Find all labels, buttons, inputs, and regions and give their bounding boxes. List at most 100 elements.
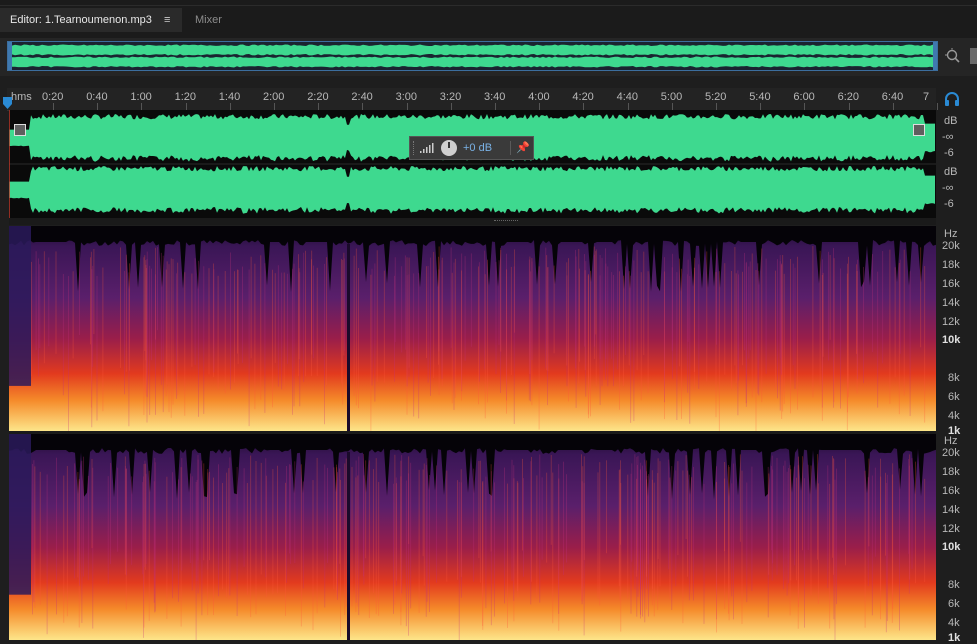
spectrum-streak	[365, 460, 367, 559]
divider-grip[interactable]	[494, 220, 518, 223]
spectrum-streak	[779, 255, 781, 411]
spectrum-streak	[675, 470, 677, 587]
spectrum-streak	[254, 263, 256, 410]
ruler-tick-label: 4:00	[528, 91, 550, 103]
spectrum-streak	[353, 255, 355, 396]
spectrum-streak	[531, 456, 532, 582]
spectrum-streak	[583, 456, 585, 560]
spectrum-streak	[775, 270, 776, 388]
ruler-tick-label: 6:00	[793, 91, 815, 103]
spectrum-streak	[418, 273, 420, 419]
spectrum-streak	[640, 272, 642, 401]
spectrum-streak	[579, 268, 580, 362]
spectrum-streak	[79, 481, 80, 586]
tab-editor[interactable]: Editor: 1.Tearnoumenon.mp3 ≡	[0, 8, 182, 32]
spectrum-streak	[96, 275, 98, 421]
spectrum-streak	[877, 271, 879, 408]
spectrum-streak	[289, 464, 290, 554]
tab-bar: Editor: 1.Tearnoumenon.mp3 ≡ Mixer	[0, 0, 977, 38]
spectrum-streak	[790, 258, 791, 414]
freq-label: 18k	[942, 466, 960, 478]
spectrum-streak	[587, 275, 589, 415]
spectrum-streak	[833, 248, 834, 408]
spectrum-streak	[834, 479, 836, 640]
spectrum-streak	[677, 461, 679, 556]
spectrum-streak	[404, 255, 406, 350]
volume-hud[interactable]: +0 dB 📌	[409, 136, 534, 160]
spectrum-streak	[408, 473, 409, 636]
spectrum-streak	[915, 461, 916, 584]
ch2-db-inf: -∞	[942, 182, 954, 194]
tab-mixer[interactable]: Mixer	[195, 8, 222, 32]
spectrum-streak	[716, 248, 717, 345]
spectrum-streak	[355, 477, 357, 613]
spectrum-gap	[347, 244, 350, 431]
spectrum-streak	[79, 251, 80, 335]
spectrum-streak	[43, 251, 45, 364]
spectrum-streak	[124, 270, 125, 395]
spectrum-streak	[293, 263, 295, 407]
spectrum-streak	[731, 270, 732, 389]
playhead-icon[interactable]	[3, 97, 12, 109]
spectrum-streak	[126, 468, 127, 576]
spectrum-streak	[236, 466, 238, 617]
spectrum-streak	[441, 260, 443, 379]
spectrum-streak	[768, 473, 770, 575]
spectrum-streak	[368, 460, 370, 618]
ruler-tick	[450, 103, 452, 110]
spectrum-streak	[798, 456, 799, 608]
hud-grip-icon[interactable]	[413, 141, 417, 155]
spectrum-streak	[777, 259, 778, 399]
spectrum-streak	[827, 465, 829, 588]
spectrum-streak	[77, 472, 79, 578]
spectrum-streak	[821, 274, 823, 421]
pin-icon[interactable]: 📌	[516, 141, 530, 154]
overview-navigator[interactable]	[7, 41, 938, 71]
panel-divider[interactable]	[9, 218, 936, 225]
spectrum-streak	[511, 459, 513, 581]
spectrum-streak	[378, 481, 380, 616]
spectrum-streak	[196, 479, 198, 581]
menu-icon[interactable]: ≡	[164, 8, 170, 32]
headphones-icon[interactable]	[944, 91, 960, 107]
spectrum-streak	[410, 462, 412, 609]
spectrum-streak	[285, 482, 286, 616]
zoom-to-selection-icon[interactable]	[945, 48, 961, 64]
panel-edge-icon[interactable]	[970, 48, 977, 64]
spectrum-streak	[513, 266, 515, 424]
spectrum-streak	[172, 472, 173, 599]
spectrum-streak	[351, 466, 353, 607]
spectrum-streak	[789, 465, 791, 616]
spectrum-streak	[832, 455, 833, 558]
spectrum-streak	[595, 251, 597, 335]
spectrum-streak	[698, 264, 700, 389]
spectrum-streak	[383, 270, 385, 383]
spectrum-streak	[458, 482, 460, 640]
spectrum-streak	[703, 483, 705, 624]
spectrum-streak	[48, 257, 50, 347]
spectrum-streak	[482, 482, 484, 627]
spectrum-streak	[376, 250, 378, 382]
spectrum-streak	[631, 463, 633, 562]
gain-value[interactable]: +0 dB	[463, 142, 492, 154]
spectrum-streak	[33, 460, 35, 603]
spectrum-streak	[790, 469, 792, 581]
spectrum-streak	[794, 466, 795, 566]
spectrum-streak	[286, 465, 287, 583]
ruler-tick	[141, 103, 143, 110]
ch2-db-unit: dB	[944, 166, 958, 178]
time-ruler[interactable]: hms 0:20 0:40 1:00 1:20 1:40 2:00 2:20 2:40 3:00…	[7, 88, 938, 111]
spectrum-streak	[405, 480, 407, 627]
fade-out-handle-icon[interactable]	[913, 124, 925, 136]
spectral-frequency-display[interactable]	[9, 226, 936, 640]
spectrum-streak	[250, 455, 252, 618]
spectrum-streak	[230, 252, 231, 390]
gain-dial-icon[interactable]	[441, 140, 457, 156]
spectrum-streak	[636, 478, 638, 577]
spectrum-streak	[213, 269, 215, 373]
spectrum-streak	[657, 458, 659, 559]
fade-in-handle-icon[interactable]	[14, 124, 26, 136]
spectrum-streak	[426, 458, 428, 602]
waveform-display[interactable]	[9, 110, 936, 218]
spectrum-streak	[882, 250, 884, 364]
